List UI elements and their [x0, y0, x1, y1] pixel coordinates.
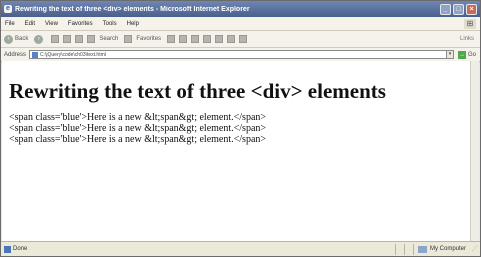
status-done: Done: [1, 245, 395, 253]
refresh-icon[interactable]: [63, 35, 72, 43]
address-value: C:\jQuery\code\ch03\text.html: [40, 51, 106, 58]
back-label: Back: [15, 36, 29, 42]
status-text: Done: [13, 246, 28, 252]
menu-tools[interactable]: Tools: [103, 21, 117, 27]
vertical-scrollbar[interactable]: [470, 61, 479, 241]
ie-icon: e: [4, 5, 12, 13]
media-icon[interactable]: [167, 35, 176, 43]
menu-help[interactable]: Help: [127, 21, 139, 27]
edit-icon[interactable]: [215, 35, 224, 43]
page-done-icon: [4, 245, 11, 253]
menu-favorites[interactable]: Favorites: [68, 21, 93, 27]
minimize-button[interactable]: _: [440, 3, 451, 15]
favorites-label: Favorites: [136, 36, 162, 42]
window-title: Rewriting the text of three <div> elemen…: [15, 5, 250, 13]
mail-icon[interactable]: [191, 35, 200, 43]
zone-text: My Computer: [429, 246, 466, 252]
go-label: Go: [467, 51, 476, 58]
text-line: <span class='blue'>Here is a new &lt;spa…: [9, 112, 267, 123]
go-button[interactable]: → Go: [457, 50, 476, 59]
menu-file[interactable]: File: [5, 21, 15, 27]
text-line: <span class='blue'>Here is a new &lt;spa…: [9, 123, 267, 134]
standard-toolbar: ‹ Back › Search Favorites Links: [1, 31, 480, 48]
home-icon[interactable]: [75, 35, 84, 43]
menu-view[interactable]: View: [45, 21, 58, 27]
menu-edit[interactable]: Edit: [25, 21, 35, 27]
history-icon[interactable]: [179, 35, 188, 43]
security-zone: My Computer: [412, 243, 470, 255]
address-input[interactable]: C:\jQuery\code\ch03\text.html: [29, 50, 447, 59]
star-icon: [124, 35, 133, 43]
status-bar: Done My Computer ⋰: [1, 241, 480, 256]
status-segment: [403, 243, 413, 255]
address-dropdown-button[interactable]: ▾: [445, 50, 454, 59]
menu-bar: File Edit View Favorites Tools Help ⊞: [1, 17, 480, 31]
forward-arrow-icon: ›: [34, 34, 44, 44]
browser-window: e Rewriting the text of three <div> elem…: [0, 0, 481, 257]
page-heading: Rewriting the text of three <div> elemen…: [9, 79, 386, 103]
windows-flag-icon: ⊞: [464, 18, 476, 29]
search-icon: [87, 35, 96, 43]
search-button[interactable]: Search: [87, 35, 118, 43]
title-bar: e Rewriting the text of three <div> elem…: [1, 1, 480, 17]
links-button[interactable]: Links: [460, 36, 474, 42]
go-arrow-icon: →: [457, 50, 466, 59]
page-icon: [32, 51, 39, 58]
favorites-button[interactable]: Favorites: [124, 35, 161, 43]
status-segment: [394, 243, 404, 255]
close-button[interactable]: ×: [466, 3, 477, 15]
address-bar: Address C:\jQuery\code\ch03\text.html ▾ …: [1, 48, 480, 62]
computer-icon: [417, 245, 427, 253]
back-button[interactable]: ‹ Back: [4, 34, 29, 44]
search-label: Search: [99, 36, 119, 42]
discuss-icon[interactable]: [227, 35, 236, 43]
page-content: Rewriting the text of three <div> elemen…: [2, 61, 472, 241]
print-icon[interactable]: [203, 35, 212, 43]
forward-button[interactable]: ›: [34, 34, 45, 44]
back-arrow-icon: ‹: [4, 34, 13, 44]
text-line: <span class='blue'>Here is a new &lt;spa…: [9, 134, 267, 145]
stop-icon[interactable]: [51, 35, 60, 43]
maximize-button[interactable]: □: [453, 3, 464, 15]
messenger-icon[interactable]: [239, 35, 248, 43]
resize-grip-icon[interactable]: ⋰: [470, 244, 480, 254]
address-label: Address: [4, 51, 27, 58]
